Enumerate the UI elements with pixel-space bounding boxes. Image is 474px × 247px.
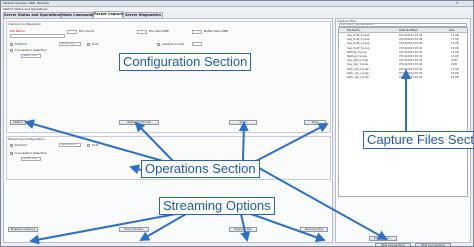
file-name-label: File Name [10, 29, 25, 33]
connection-selection-label: Connection Selection [15, 48, 47, 52]
row-size: 12 KB [451, 42, 459, 46]
file-count-field[interactable] [67, 30, 77, 34]
row-file-name: Seth_cap_1.pcap [347, 71, 369, 75]
streaming-protocol-checkbox[interactable] [10, 144, 13, 147]
application-window: Vertical Servers .DDR .Window ✕ Switch S… [0, 0, 474, 247]
file-name-field[interactable] [10, 34, 65, 38]
streaming-sort-label: Sort [92, 143, 99, 147]
row-size: 15 KB [451, 71, 459, 75]
file-size-label: File Size (MB) [149, 29, 170, 33]
callout-operations-section: Operations Section [141, 160, 260, 178]
column-file-name[interactable]: File Name [347, 29, 360, 32]
tab-packet-capture[interactable]: Packet Capture [93, 11, 123, 18]
window-subtitle: Switch Status and Operations [3, 7, 48, 11]
protocol-checkbox[interactable] [10, 43, 13, 46]
status-button[interactable]: Status [10, 120, 26, 125]
callout-configuration-section: Configuration Section [119, 53, 252, 71]
capture-files-header: File Name Date Modified Size [339, 28, 467, 33]
prepare-file-button[interactable]: Prepare File [229, 227, 257, 232]
capture-count-checkbox[interactable] [157, 43, 160, 46]
sort-label: Sort [92, 42, 99, 46]
buffer-size-field[interactable] [192, 30, 202, 34]
window-title: Vertical Servers .DDR .Window [3, 1, 49, 5]
connection-select[interactable]: Select one [21, 54, 41, 58]
row-date-modified: 07/16/2013 03:42 [399, 63, 423, 67]
streaming-connection-label: Connection Selection [15, 151, 47, 155]
stop-button[interactable]: Stop [304, 120, 326, 125]
row-size: 14 KB [451, 46, 459, 50]
file-size-field[interactable] [137, 30, 147, 34]
callout-capture-files-section: Capture Files Section [363, 131, 473, 149]
ssh-connection-button[interactable]: SSH Connection [415, 243, 451, 246]
column-date-modified[interactable]: Date Modified [399, 29, 417, 32]
row-file-name: hag_HotP_3.pcap [347, 46, 370, 50]
test-connection-button[interactable]: Test Connection [375, 243, 411, 246]
remove-file-button[interactable]: Remove File [300, 227, 328, 232]
capture-files-table[interactable]: File Name Date Modified Size hag_HotP_0.… [338, 27, 468, 197]
file-count-label: File Count [79, 29, 94, 33]
connection-selection-checkbox[interactable] [10, 49, 13, 52]
refresh-file-list-button[interactable]: Refresh File List [119, 120, 159, 125]
capture-count-field[interactable] [192, 42, 202, 46]
row-date-modified: 07/16/2013 03:41 [399, 50, 423, 54]
capture-configuration-group: Capture Configuration File Name File Cou… [6, 21, 331, 133]
protocol-select[interactable]: Select one [59, 42, 81, 46]
row-size: 11 KB [451, 55, 459, 58]
row-file-name: hag_HotP_2.pcap [347, 42, 370, 46]
table-row[interactable]: Seth_cap_2.pcap 07/16/2013 03:44 16 KB [339, 76, 467, 80]
row-file-name: NetCap_0.pcap [347, 50, 367, 54]
buffer-size-label: Buffer Size (MB) [204, 29, 229, 33]
capture-configuration-title: Capture Configuration [8, 22, 42, 26]
close-icon[interactable]: ✕ [456, 2, 459, 5]
callout-streaming-options: Streaming Options [159, 197, 275, 215]
start-button[interactable]: Start [229, 120, 257, 125]
row-file-name: NetCap_1.pcap [347, 55, 367, 58]
streaming-connection-select[interactable]: Select one [21, 157, 41, 161]
row-size: 12 KB [451, 34, 459, 37]
streaming-protocol-label: Protocol [15, 143, 28, 147]
row-date-modified: 07/16/2013 03:40 [399, 46, 423, 50]
row-date-modified: 07/16/2013 03:40 [399, 42, 423, 46]
download-button[interactable]: Download... [369, 236, 397, 241]
row-size: 16 KB [451, 76, 459, 79]
streaming-protocol-select[interactable]: Select one [59, 143, 81, 147]
streaming-sort-checkbox[interactable] [87, 144, 90, 147]
subtitle-bar: Switch Status and Operations [1, 7, 473, 11]
streaming-connection-checkbox[interactable] [10, 152, 13, 155]
row-file-name: hag_Spk_1.pcap [347, 63, 369, 67]
row-date-modified: 07/16/2013 03:43 [399, 67, 423, 71]
prepare-capture-button[interactable]: Prepare Capture [8, 227, 38, 232]
row-size: 15 KB [451, 67, 459, 71]
column-size[interactable]: Size [449, 29, 454, 32]
row-date-modified: 07/16/2013 03:44 [399, 76, 423, 79]
row-date-modified: 07/16/2013 03:43 [399, 71, 423, 75]
row-file-name: hag_HotP_0.pcap [347, 34, 370, 37]
row-size: 9 KB [451, 63, 457, 67]
row-file-name: Seth_cap_0.pcap [347, 67, 369, 71]
streaming-configuration-title: Streaming Configuration [8, 137, 45, 141]
row-file-name: Seth_cap_2.pcap [347, 76, 369, 79]
row-date-modified: 07/16/2013 03:41 [399, 55, 423, 58]
protocol-label: Protocol [15, 42, 28, 46]
row-size: 10 KB [451, 50, 459, 54]
row-date-modified: 07/16/2013 03:39 [399, 34, 423, 37]
capture-count-label: Capture Count [162, 42, 184, 46]
stop-monitor-button[interactable]: Stop Monitor [119, 227, 149, 232]
sort-checkbox[interactable] [87, 43, 90, 46]
